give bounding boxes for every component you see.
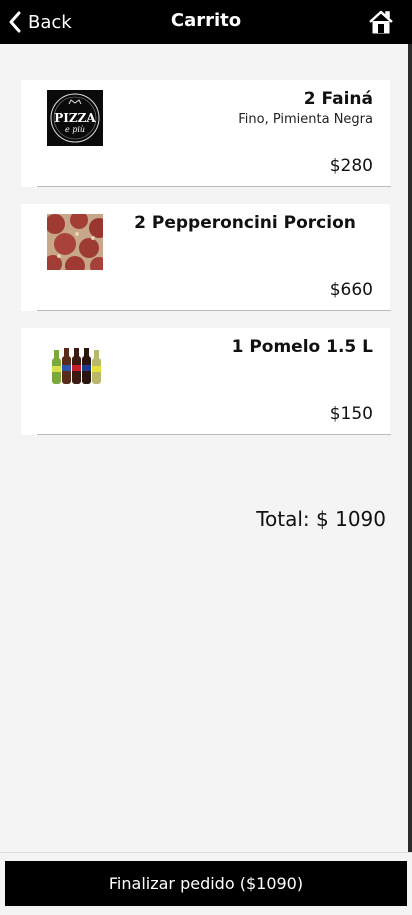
divider: [37, 186, 391, 187]
pepperoni-pizza-photo: [47, 214, 103, 270]
page-title: Carrito: [170, 10, 242, 31]
home-icon: [368, 10, 394, 39]
scrollbar[interactable]: [408, 44, 412, 852]
item-price: $280: [329, 156, 373, 176]
footer-divider: [0, 852, 412, 853]
pizza-e-piu-logo: PIZZA e più: [47, 90, 103, 146]
item-name: 2 Pepperoncini Porcion: [134, 213, 356, 233]
cart-total: Total: $ 1090: [256, 507, 386, 531]
item-description: Fino, Pimienta Negra: [238, 112, 373, 127]
cart-item[interactable]: 2 Pepperoncini Porcion $660: [21, 204, 391, 311]
divider: [37, 434, 391, 435]
item-price: $150: [329, 404, 373, 424]
soda-bottles-photo: [47, 338, 103, 394]
cart-item[interactable]: PIZZA e più 2 Fainá Fino, Pimienta Negra…: [21, 80, 391, 187]
top-navigation-bar: Back Carrito: [0, 0, 412, 44]
item-price: $660: [329, 280, 373, 300]
cart-item-list: PIZZA e più 2 Fainá Fino, Pimienta Negra…: [21, 80, 391, 452]
divider: [37, 310, 391, 311]
home-button[interactable]: [368, 9, 394, 39]
item-name: 2 Fainá: [303, 89, 373, 109]
logo-text: PIZZA: [54, 111, 96, 125]
cart-item[interactable]: 1 Pomelo 1.5 L $150: [21, 328, 391, 435]
checkout-button[interactable]: Finalizar pedido ($1090): [5, 861, 407, 906]
logo-subtext: e più: [65, 125, 85, 134]
item-name: 1 Pomelo 1.5 L: [231, 337, 373, 357]
